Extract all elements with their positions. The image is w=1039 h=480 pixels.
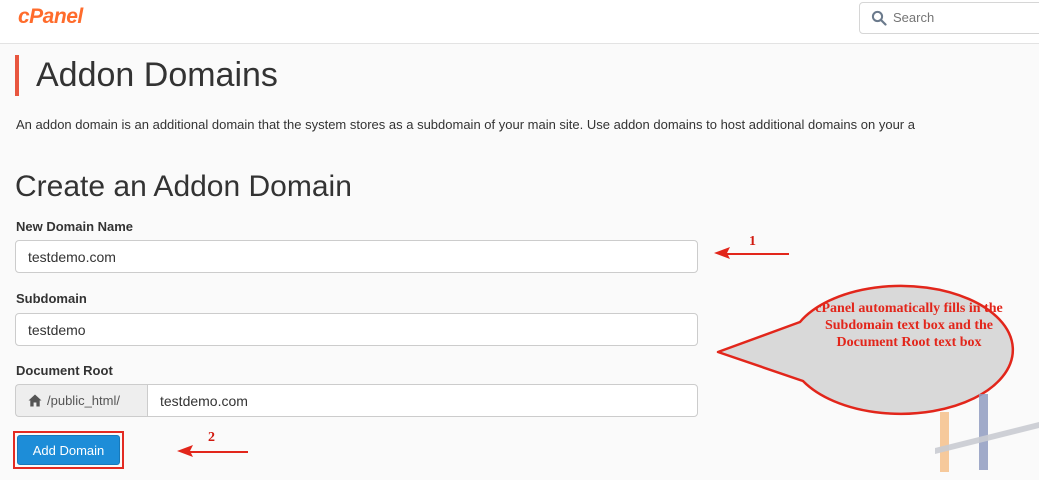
page-title-block: Addon Domains	[15, 55, 278, 96]
add-domain-button[interactable]: Add Domain	[17, 435, 120, 465]
new-domain-label: New Domain Name	[16, 219, 134, 234]
cpanel-logo[interactable]: cPanel	[18, 5, 83, 29]
new-domain-field[interactable]	[15, 240, 698, 273]
subdomain-label: Subdomain	[16, 291, 87, 306]
arrow-2	[177, 445, 248, 457]
document-root-group: /public_html/	[15, 384, 698, 417]
callout-text: cPanel automatically fills in the Subdom…	[815, 301, 1003, 350]
marker-1: 1	[749, 234, 756, 249]
search-box[interactable]	[859, 2, 1039, 34]
section-title: Create an Addon Domain	[15, 170, 352, 203]
marker-2: 2	[208, 430, 215, 445]
page-description: An addon domain is an additional domain …	[16, 117, 915, 132]
top-bar: cPanel	[0, 0, 1039, 44]
subdomain-field[interactable]	[15, 313, 698, 346]
document-root-prefix: /public_html/	[15, 384, 147, 417]
page-title: Addon Domains	[36, 56, 278, 94]
home-icon	[28, 394, 42, 407]
watermark-logo	[935, 394, 1039, 472]
search-icon	[871, 10, 887, 26]
document-root-prefix-text: /public_html/	[47, 393, 120, 408]
document-root-field[interactable]	[147, 384, 698, 417]
document-root-label: Document Root	[16, 363, 113, 378]
search-input[interactable]	[893, 10, 1039, 25]
